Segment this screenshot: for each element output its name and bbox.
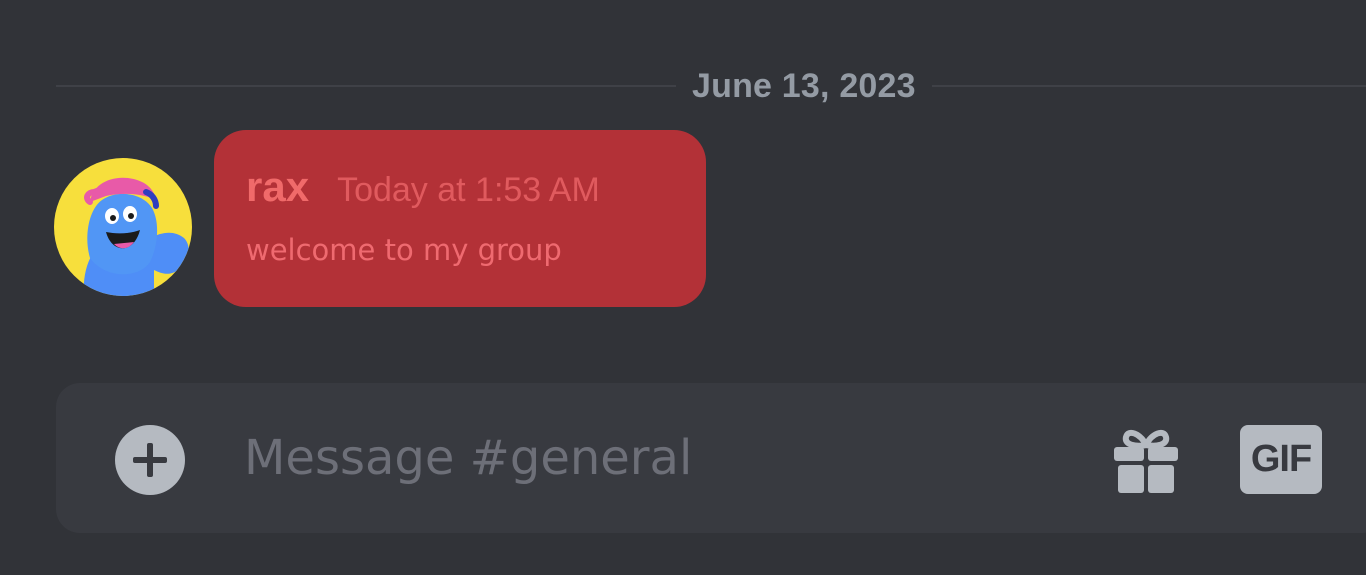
gift-button[interactable]: [1110, 425, 1182, 497]
message-composer: GIF: [56, 383, 1366, 533]
chat-window: June 13, 2023 rax Today at 1:53 AM welco…: [0, 0, 1366, 575]
divider-line-left: [56, 85, 676, 87]
message-bubble: rax Today at 1:53 AM welcome to my group: [214, 130, 706, 307]
plus-circle-icon: [133, 443, 167, 477]
message-input[interactable]: [244, 411, 1064, 505]
gif-button[interactable]: GIF: [1240, 425, 1322, 494]
message-header: rax Today at 1:53 AM: [246, 166, 674, 208]
gift-icon: [1114, 429, 1178, 493]
divider-date: June 13, 2023: [692, 66, 916, 105]
avatar[interactable]: [54, 158, 192, 296]
message-username[interactable]: rax: [246, 166, 309, 208]
divider-line-right: [931, 85, 1366, 87]
date-divider: June 13, 2023: [56, 58, 1366, 114]
add-attachment-button[interactable]: [115, 425, 185, 495]
message-timestamp: Today at 1:53 AM: [337, 171, 600, 209]
message-text: welcome to my group: [246, 233, 562, 267]
